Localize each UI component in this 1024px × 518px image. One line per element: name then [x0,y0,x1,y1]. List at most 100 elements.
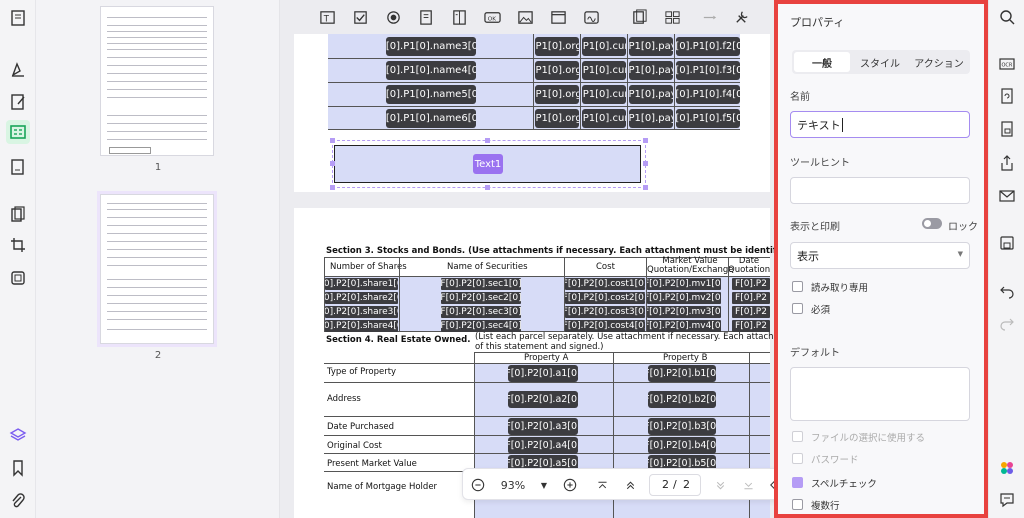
button-tool-icon[interactable]: OK [483,8,501,26]
required-checkbox[interactable] [792,303,803,314]
spellcheck-checkbox[interactable] [792,477,803,488]
search-icon[interactable] [997,7,1017,27]
zoom-level[interactable]: 93% [497,476,529,494]
form-field-a4[interactable]: F[0].P2[0].a4[0] [508,437,578,454]
form-field-a2[interactable]: F[0].P2[0].a2[0] [508,391,578,408]
chat-icon[interactable] [997,490,1017,510]
distribute-icon[interactable] [700,8,718,26]
form-field-f2[interactable]: F[0].P1[0].f2[0] [676,37,740,56]
organize-pages-icon[interactable] [6,203,30,227]
form-field-org6[interactable]: .P1[0].org [535,109,579,128]
redo-icon[interactable] [997,313,1017,333]
multiline-checkbox[interactable] [792,499,803,510]
edit-pdf-icon[interactable] [6,90,30,114]
form-field-name4[interactable]: F[0].P1[0].name4[0] [386,61,476,80]
form-field-date4[interactable]: F[0].P2 [732,320,770,332]
form-field-pay6[interactable]: .P1[0].pay [629,109,673,128]
form-field-a3[interactable]: F[0].P2[0].a3[0] [508,418,578,435]
form-field-cur3[interactable]: .P1[0].cur [582,37,626,56]
zoom-out-icon[interactable] [469,476,487,494]
next-page-icon[interactable] [711,476,729,494]
form-field-pay4[interactable]: .P1[0].pay [629,61,673,80]
page-thumbnail-1[interactable] [100,6,214,156]
form-field-mv1[interactable]: F[0].P2[0].mv1[0] [647,278,721,290]
form-field-mv2[interactable]: F[0].P2[0].mv2[0] [647,292,721,304]
password-checkbox[interactable] [792,453,803,464]
radio-tool-icon[interactable] [384,8,402,26]
form-field-org4[interactable]: .P1[0].org [535,61,579,80]
form-field-pay3[interactable]: .P1[0].pay [629,37,673,56]
comment-icon[interactable] [6,58,30,82]
checkbox-tool-icon[interactable] [351,8,369,26]
share-icon[interactable] [997,153,1017,173]
form-field-cost2[interactable]: F[0].P2[0].cost2[0] [565,292,645,304]
form-field-cost4[interactable]: F[0].P2[0].cost4[0] [565,320,645,332]
form-field-share3[interactable]: [0].P2[0].share3[0 [325,306,398,318]
reader-mode-icon[interactable] [6,6,30,30]
form-field-sec2[interactable]: F[0].P2[0].sec2[0] [441,292,521,304]
sign-icon[interactable] [6,155,30,179]
ai-assistant-icon[interactable] [997,458,1017,478]
default-textarea[interactable] [790,367,970,421]
form-field-pay5[interactable]: .P1[0].pay [629,85,673,104]
form-field-mv3[interactable]: F[0].P2[0].mv3[0] [647,306,721,318]
form-field-name5[interactable]: F[0].P1[0].name5[0] [386,85,476,104]
ocr-icon[interactable]: OCR [997,54,1017,74]
tools-icon[interactable] [732,8,750,26]
duplicate-icon[interactable] [630,8,648,26]
bookmark-icon[interactable] [6,456,30,480]
form-field-f4[interactable]: F[0].P1[0].f4[0] [676,85,740,104]
tab-action[interactable]: アクション [910,52,968,72]
save-icon[interactable] [997,233,1017,253]
convert-file-icon[interactable] [997,86,1017,106]
align-grid-icon[interactable] [663,8,681,26]
page-thumbnail-2[interactable] [97,191,217,347]
email-icon[interactable] [997,186,1017,206]
display-select[interactable]: 表示 ▼ [790,242,970,269]
previous-page-icon[interactable] [621,476,639,494]
name-input[interactable]: テキスト [790,111,970,138]
form-field-cur6[interactable]: .P1[0].cur [582,109,626,128]
form-field-sec3[interactable]: F[0].P2[0].sec3[0] [441,306,521,318]
combo-box-tool-icon[interactable] [417,8,435,26]
form-field-b3[interactable]: F[0].P2[0].b3[0] [648,418,716,435]
form-field-b4[interactable]: F[0].P2[0].b4[0] [648,437,716,454]
signature-tool-icon[interactable] [582,8,600,26]
form-field-cur5[interactable]: .P1[0].cur [582,85,626,104]
attachment-icon[interactable] [6,489,30,513]
convert-icon[interactable] [6,266,30,290]
form-field-date3[interactable]: F[0].P2 [732,306,770,318]
form-field-org3[interactable]: .P1[0].org [535,37,579,56]
page-number-input[interactable]: 2 / 2 [649,474,701,496]
layers-icon[interactable] [6,423,30,447]
form-field-share4[interactable]: [0].P2[0].share4[0 [325,320,398,332]
date-tool-icon[interactable] [549,8,567,26]
crop-icon[interactable] [6,233,30,257]
first-page-icon[interactable] [593,476,611,494]
lock-toggle[interactable] [922,218,942,229]
file-select-checkbox[interactable] [792,431,803,442]
form-field-share1[interactable]: [0].P2[0].share1[0 [325,278,398,290]
form-field-name3[interactable]: F[0].P1[0].name3[0] [386,37,476,56]
form-field-share2[interactable]: [0].P2[0].share2[0 [325,292,398,304]
readonly-checkbox[interactable] [792,281,803,292]
form-field-f3[interactable]: F[0].P1[0].f3[0] [676,61,740,80]
list-box-tool-icon[interactable] [450,8,468,26]
protect-icon[interactable] [997,119,1017,139]
last-page-icon[interactable] [739,476,757,494]
tab-general[interactable]: 一般 [794,52,850,72]
form-field-cur4[interactable]: .P1[0].cur [582,61,626,80]
form-field-cost1[interactable]: F[0].P2[0].cost1[0] [565,278,645,290]
form-field-sec4[interactable]: F[0].P2[0].sec4[0] [441,320,521,332]
form-field-mv4[interactable]: F[0].P2[0].mv4[0] [647,320,721,332]
form-field-name6[interactable]: F[0].P1[0].name6[0] [386,109,476,128]
form-field-cost3[interactable]: F[0].P2[0].cost3[0] [565,306,645,318]
tooltip-input[interactable] [790,177,970,204]
form-field-b1[interactable]: F[0].P2[0].b1[0] [648,365,716,382]
form-field-date1[interactable]: F[0].P2 [732,278,770,290]
zoom-in-icon[interactable] [561,476,579,494]
form-icon[interactable] [6,120,30,144]
form-field-a1[interactable]: F[0].P2[0].a1[0] [508,365,578,382]
zoom-dropdown-icon[interactable]: ▼ [537,476,551,494]
undo-icon[interactable] [997,281,1017,301]
